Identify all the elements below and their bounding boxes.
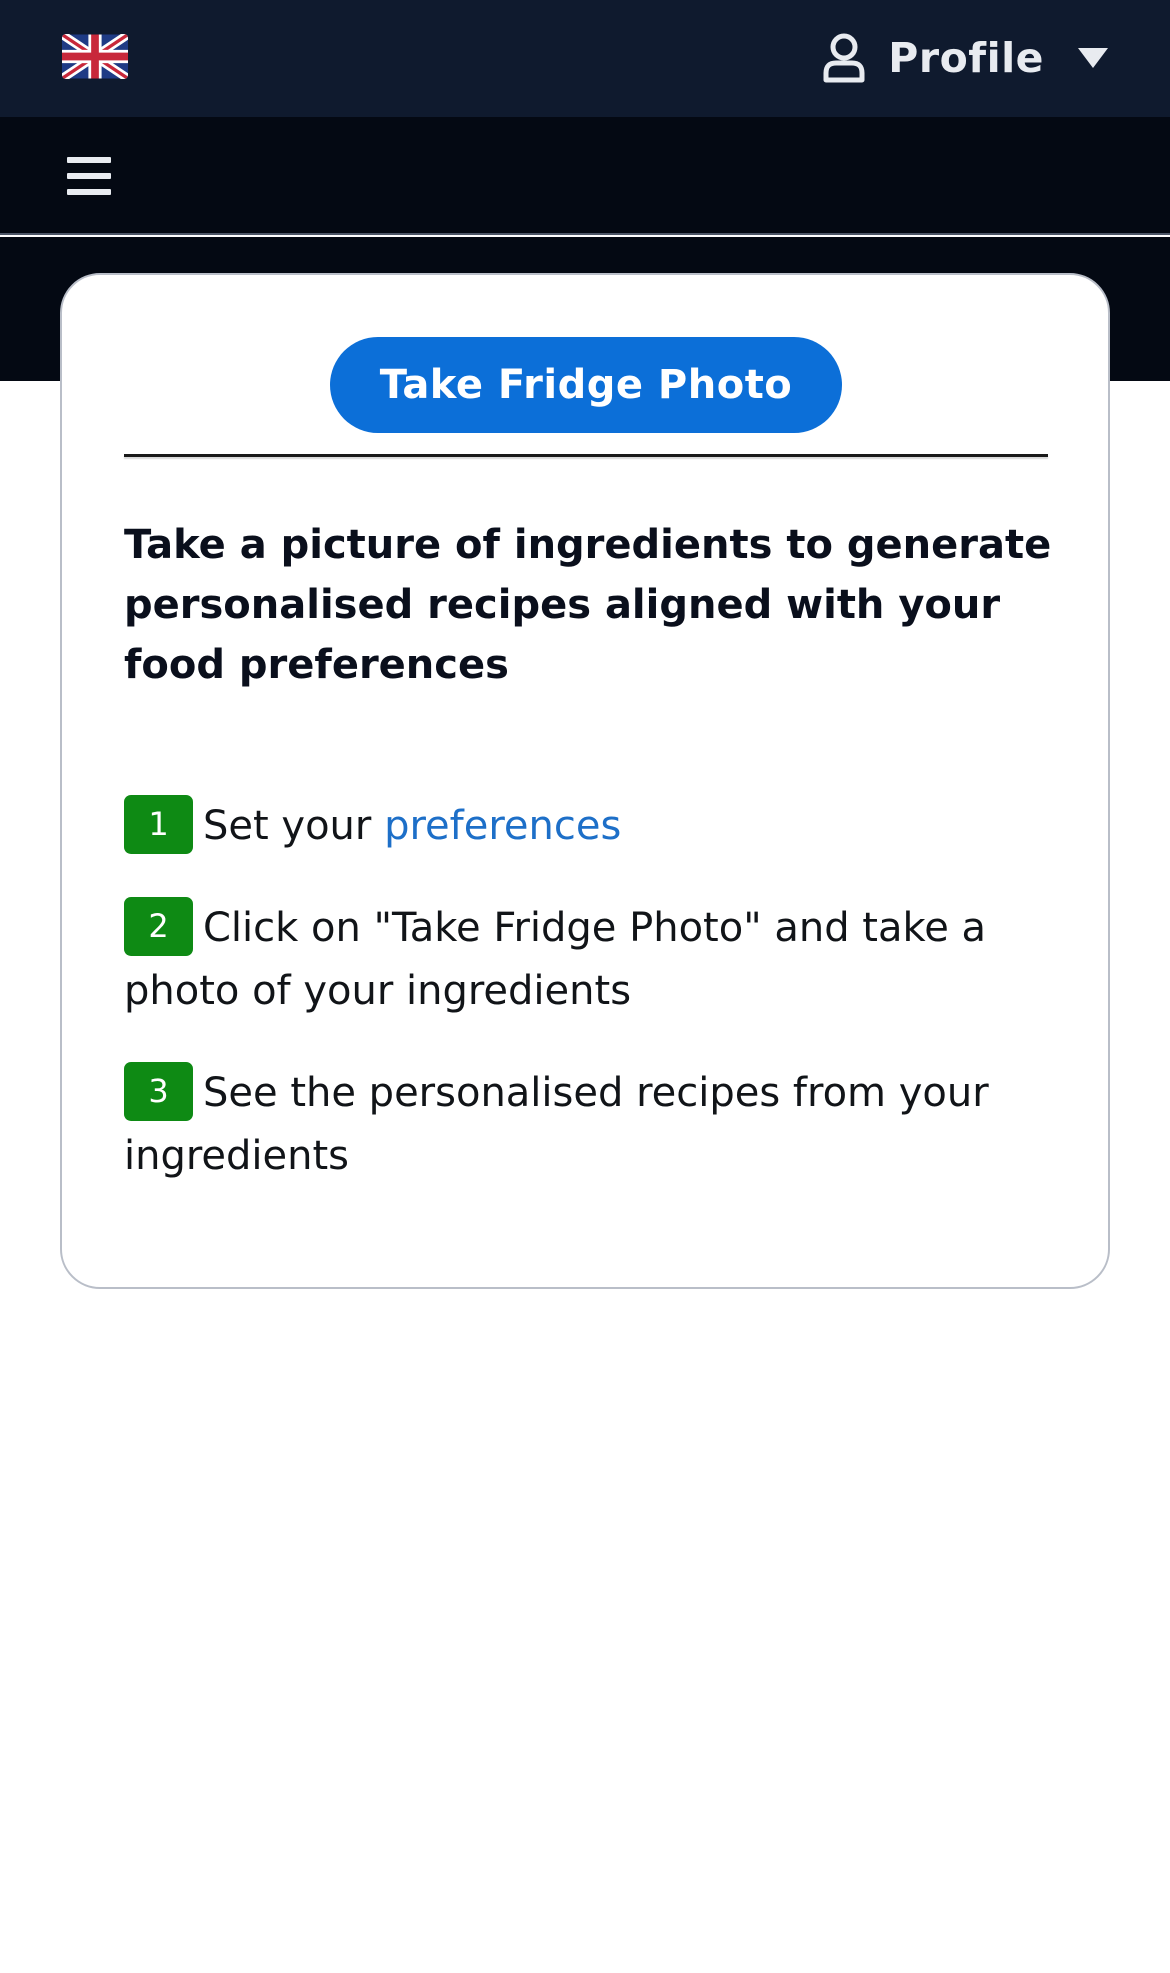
steps-list: 1 Set your preferences 2 Click on "Take Fr… [124,794,1024,1227]
step-number-badge: 2 [124,896,193,956]
divider [124,454,1048,457]
profile-menu[interactable]: Profile [822,26,1110,90]
take-fridge-photo-button[interactable]: Take Fridge Photo [330,337,842,433]
step-2: 2 Click on "Take Fridge Photo" and take a… [124,896,1024,1023]
step-1: 1 Set your preferences [124,794,1024,858]
nav-bar [0,117,1170,235]
top-bar: Profile [0,0,1170,117]
hamburger-menu-icon[interactable] [67,157,111,195]
uk-flag-icon[interactable] [62,34,128,79]
user-icon [823,33,865,83]
step-text: Click on "Take Fridge Photo" and take a … [124,905,987,1014]
intro-text: Take a picture of ingredients to generat… [124,522,1052,688]
preferences-link[interactable]: preferences [384,803,621,849]
fridge-photo-card: Take Fridge Photo Take a picture of ingr… [60,273,1110,1289]
step-3: 3 See the personalised recipes from your … [124,1061,1024,1188]
step-text: Set your [203,803,385,849]
step-number-badge: 1 [124,794,193,854]
profile-label: Profile [888,34,1044,82]
chevron-down-icon [1078,48,1108,68]
step-number-badge: 3 [124,1061,193,1121]
step-text: See the personalised recipes from your i… [124,1070,989,1179]
